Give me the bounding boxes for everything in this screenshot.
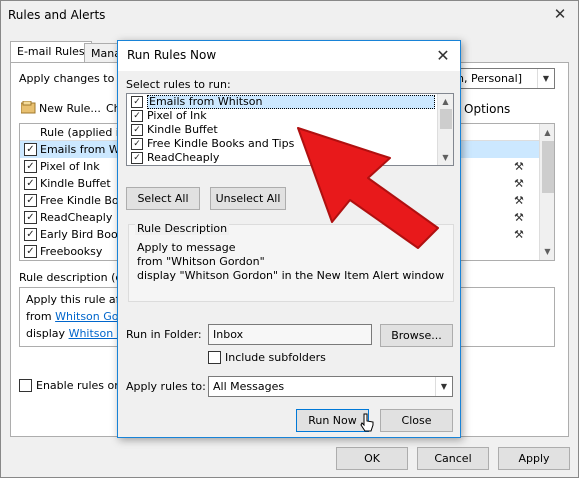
rule-checkbox[interactable]: ✓ <box>24 143 37 156</box>
apply-rules-to-label: Apply rules to: <box>126 380 206 393</box>
rule-checkbox[interactable]: ✓ <box>24 228 37 241</box>
folder-combo-value: n, Personal] <box>457 72 523 85</box>
apply-changes-label: Apply changes to th <box>19 72 130 85</box>
scroll-down-icon[interactable]: ▼ <box>540 243 554 260</box>
tab-email-rules[interactable]: E-mail Rules <box>10 41 92 63</box>
action-icon: ⚒ <box>514 228 524 241</box>
close-button[interactable]: Close <box>380 409 453 432</box>
chevron-down-icon: ▼ <box>435 377 452 396</box>
run-rule-row[interactable]: ✓ Emails from Whitson <box>127 95 435 109</box>
rule-name: Kindle Buffet <box>40 177 111 190</box>
window-title: Rules and Alerts <box>8 8 106 22</box>
desc-line: from "Whitson Gordon" <box>137 255 265 268</box>
scroll-up-icon[interactable]: ▲ <box>438 94 453 109</box>
run-rule-name: Free Kindle Books and Tips <box>147 137 295 150</box>
rule-action-icons: ⚒ ⚒ ⚒ ⚒ ⚒ <box>514 158 536 243</box>
ok-button[interactable]: OK <box>336 447 408 470</box>
rule-checkbox[interactable]: ✓ <box>24 177 37 190</box>
desc-prefix: display <box>26 327 69 340</box>
rule-name: Pixel of Ink <box>40 160 100 173</box>
run-rule-checkbox[interactable]: ✓ <box>131 124 143 136</box>
action-icon: ⚒ <box>514 194 524 207</box>
run-rule-row[interactable]: ✓ Pixel of Ink <box>127 109 207 123</box>
browse-button[interactable]: Browse... <box>380 324 453 347</box>
hand-cursor-icon <box>360 413 374 435</box>
run-rule-checkbox[interactable]: ✓ <box>131 110 143 122</box>
run-rule-row[interactable]: ✓ Free Kindle Books and Tips <box>127 137 294 151</box>
scroll-up-icon[interactable]: ▲ <box>540 124 554 141</box>
enable-rules-label: Enable rules on <box>36 379 122 392</box>
rule-checkbox[interactable]: ✓ <box>24 211 37 224</box>
run-rule-checkbox[interactable]: ✓ <box>131 138 143 150</box>
action-icon: ⚒ <box>514 177 524 190</box>
new-rule-icon <box>20 100 37 114</box>
rule-checkbox[interactable]: ✓ <box>24 194 37 207</box>
apply-rules-to-value: All Messages <box>213 380 285 393</box>
run-rule-name: Pixel of Ink <box>147 109 207 122</box>
new-rule-label: New Rule... <box>39 102 101 115</box>
new-rule-button[interactable]: New Rule... <box>39 102 101 115</box>
rule-name: ReadCheaply <box>40 211 113 224</box>
red-arrow-annotation <box>290 110 450 255</box>
action-icon: ⚒ <box>514 160 524 173</box>
run-rule-row[interactable]: ✓ Kindle Buffet <box>127 123 218 137</box>
select-all-button[interactable]: Select All <box>126 187 200 210</box>
rule-name: Freebooksy <box>40 245 103 258</box>
desc-line: display "Whitson Gordon" in the New Item… <box>137 269 445 282</box>
apply-button[interactable]: Apply <box>498 447 570 470</box>
apply-rules-to-select[interactable]: All Messages ▼ <box>208 376 453 397</box>
rules-list-scrollbar[interactable]: ▲ ▼ <box>539 124 554 260</box>
action-icon: ⚒ <box>514 211 524 224</box>
run-in-folder-field[interactable]: Inbox <box>208 324 372 345</box>
select-rules-label: Select rules to run: <box>126 78 231 91</box>
include-subfolders-checkbox[interactable] <box>208 351 221 364</box>
scroll-thumb[interactable] <box>542 141 554 193</box>
rule-description-heading: Rule Description <box>135 222 230 235</box>
run-in-folder-label: Run in Folder: <box>126 328 202 341</box>
run-rule-row[interactable]: ✓ ReadCheaply <box>127 151 219 165</box>
run-rule-name: Kindle Buffet <box>147 123 218 136</box>
run-rule-checkbox[interactable]: ✓ <box>131 152 143 164</box>
close-icon[interactable]: ✕ <box>432 45 454 67</box>
folder-combo[interactable]: n, Personal] ▼ <box>452 68 555 89</box>
rule-checkbox[interactable]: ✓ <box>24 245 37 258</box>
enable-rules-checkbox[interactable] <box>19 379 32 392</box>
unselect-all-button[interactable]: Unselect All <box>210 187 286 210</box>
rule-description-label: Rule description (cli <box>19 271 128 284</box>
close-icon[interactable]: ✕ <box>549 4 571 24</box>
rule-checkbox[interactable]: ✓ <box>24 160 37 173</box>
desc-prefix: from <box>26 310 56 323</box>
chevron-down-icon: ▼ <box>537 69 554 88</box>
run-rule-name: Emails from Whitson <box>147 95 435 109</box>
include-subfolders-label: Include subfolders <box>225 351 326 364</box>
cancel-button[interactable]: Cancel <box>417 447 489 470</box>
run-rule-checkbox[interactable]: ✓ <box>131 96 143 108</box>
dialog-title: Run Rules Now <box>127 48 217 62</box>
run-rule-name: ReadCheaply <box>147 151 220 164</box>
options-button[interactable]: Options <box>464 102 510 116</box>
run-now-button[interactable]: Run Now <box>296 409 369 432</box>
